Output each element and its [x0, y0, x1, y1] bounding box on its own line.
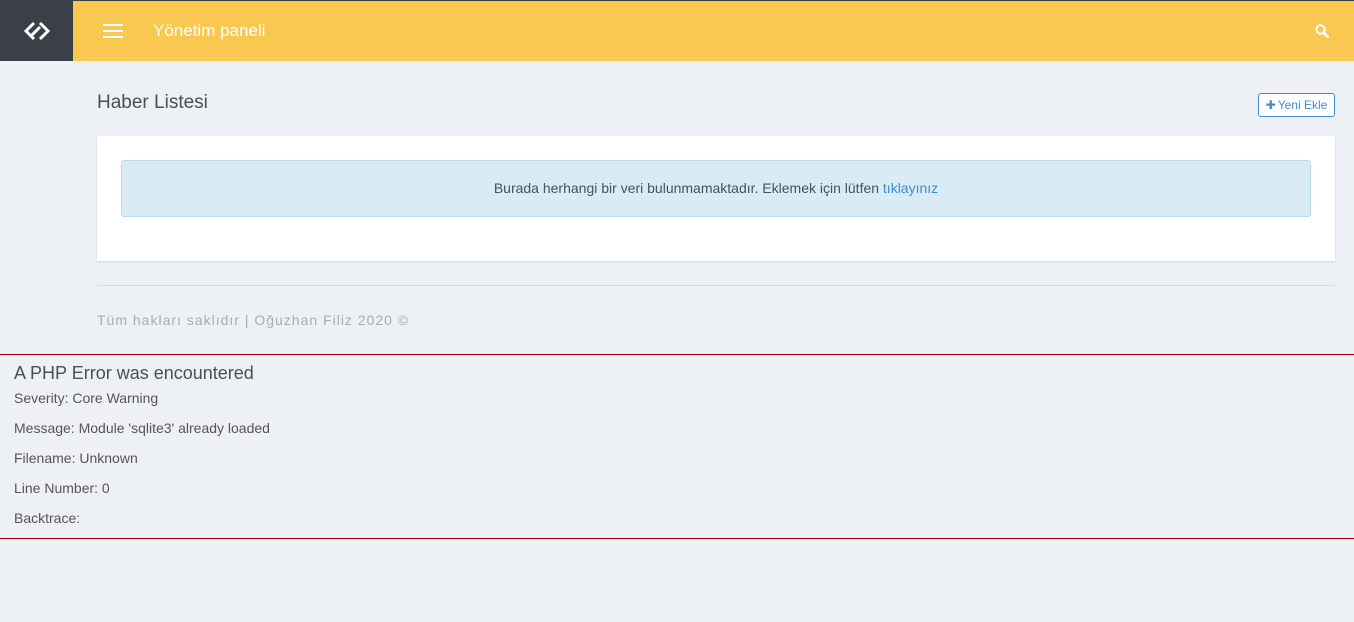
- page-title: Haber Listesi: [97, 92, 208, 113]
- add-link[interactable]: tıklayınız: [883, 180, 938, 196]
- add-new-button[interactable]: ✚ Yeni Ekle: [1258, 93, 1335, 117]
- footer-divider: [97, 285, 1335, 286]
- add-new-label: Yeni Ekle: [1277, 98, 1328, 112]
- logo[interactable]: [0, 1, 73, 61]
- footer-copyright: Tüm hakları saklıdır | Oğuzhan Filiz 202…: [97, 312, 410, 328]
- php-error-line-number: Line Number: 0: [14, 480, 110, 496]
- search-icon: [1315, 24, 1329, 38]
- content-card: Burada herhangi bir veri bulunmamaktadır…: [97, 136, 1335, 261]
- php-error-filename: Filename: Unknown: [14, 450, 138, 466]
- php-error-heading: A PHP Error was encountered: [14, 363, 254, 383]
- php-error-box: A PHP Error was encountered Severity: Co…: [0, 354, 1354, 539]
- app-title: Yönetim paneli: [153, 21, 266, 40]
- hamburger-menu-icon: [103, 24, 123, 38]
- menu-toggle-button[interactable]: [100, 19, 126, 43]
- alert-message: Burada herhangi bir veri bulunmamaktadır…: [493, 180, 880, 196]
- php-error-message: Message: Module 'sqlite3' already loaded: [14, 420, 270, 436]
- logo-icon: [23, 21, 50, 41]
- search-button[interactable]: [1312, 21, 1332, 41]
- top-navbar: Yönetim paneli: [0, 0, 1354, 61]
- php-error-backtrace: Backtrace:: [14, 510, 81, 526]
- plus-icon: ✚: [1265, 98, 1276, 112]
- empty-info-alert: Burada herhangi bir veri bulunmamaktadır…: [121, 160, 1311, 217]
- php-error-severity: Severity: Core Warning: [14, 390, 159, 406]
